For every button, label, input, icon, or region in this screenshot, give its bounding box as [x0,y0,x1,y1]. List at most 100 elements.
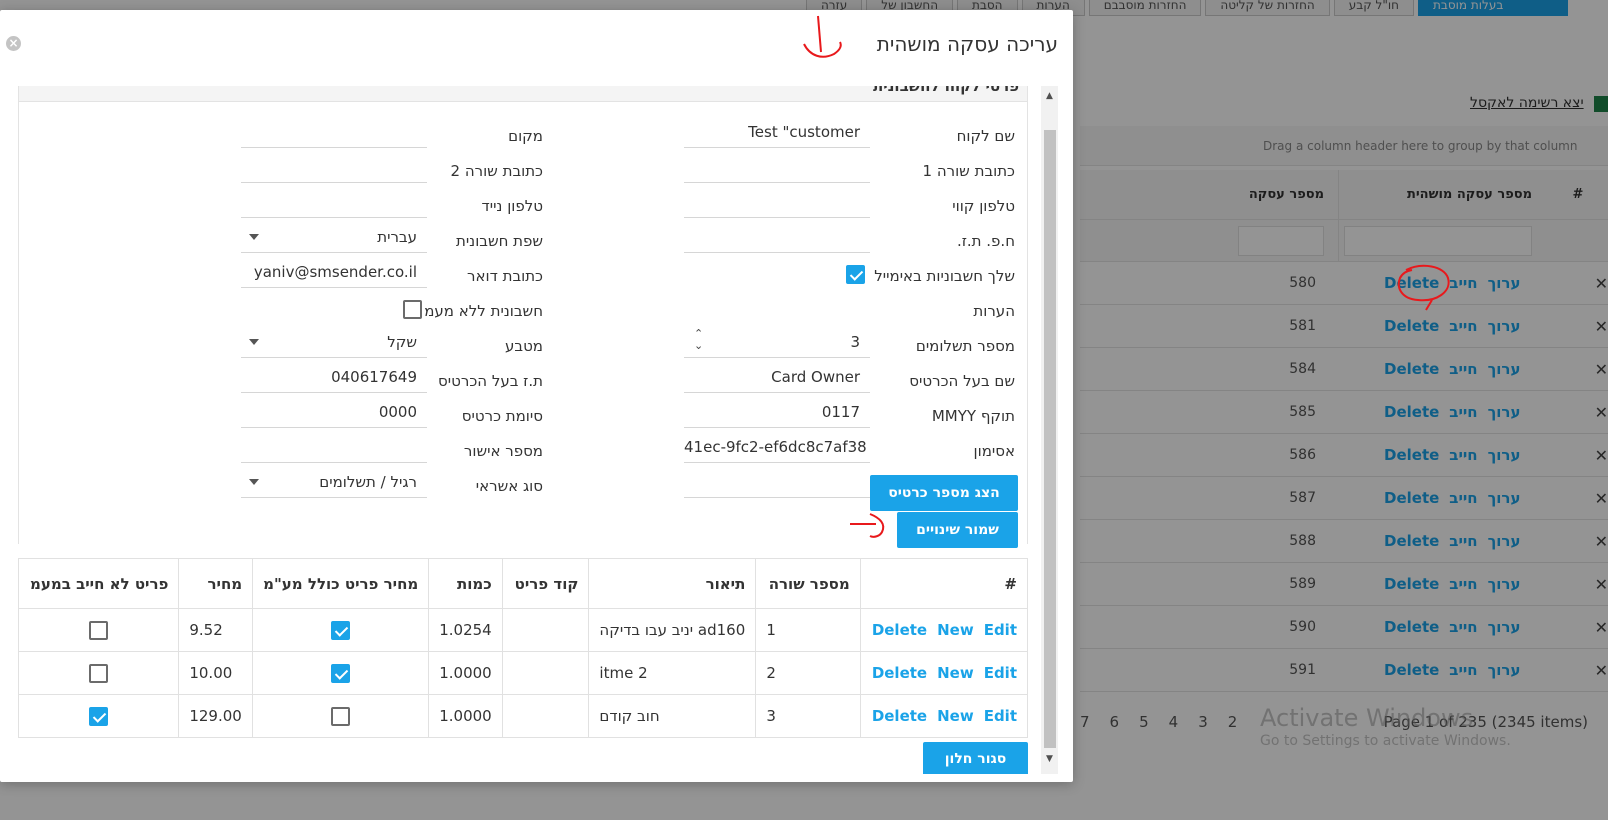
line-number: 2 [755,651,861,695]
card-number-input[interactable] [684,466,870,498]
items-header-row: # מספר שורה תיאור קוד פריט כמות מחיר פרי… [18,558,1029,609]
column-header[interactable]: קוד פריט [501,558,590,609]
close-window-button[interactable]: סגור חלון [923,742,1028,774]
scroll-down-icon[interactable]: ▼ [1041,751,1058,768]
item-no-vat-checkbox[interactable] [89,706,109,726]
approval-input[interactable] [241,431,427,463]
column-header[interactable]: פריט לא חייב במעמ [18,558,180,609]
card-owner-input[interactable]: Card Owner [684,361,870,393]
payments-stepper[interactable]: 3 ⌃ ⌄ [684,326,870,358]
customer-form: שם לקוח Test "customer כתובת שורה 1 טלפו… [18,102,1028,548]
address2-input[interactable] [241,151,427,183]
item-price: 10.00 [178,651,254,695]
invoice-language-label: שפת חשבונית [455,232,543,250]
edit-link[interactable]: Edit [984,707,1017,725]
token-label: אסימון [973,442,1015,460]
token-input[interactable]: 41ec-9fc2-ef6dc8c7af38 [684,431,870,463]
invoice-language-value: עברית [377,228,417,246]
dialog-body: פרטי לקוח לחשבונית שם לקוח Test "custome… [18,86,1058,774]
item-code [501,694,590,738]
address1-label: כתובת שורה 1 [922,162,1015,180]
place-input[interactable] [241,116,427,148]
delete-link[interactable]: Delete [872,707,927,725]
no-vat-checkbox[interactable] [403,300,422,319]
item-price: 9.52 [178,608,254,652]
new-link[interactable]: New [937,664,974,682]
item-row: Edit New Delete 1 ad160 יניב עבו בדיקה 1.0254… [18,608,1029,652]
credit-type-value: רגיל / תשלומים [319,473,417,491]
currency-value: שקל [387,333,417,351]
caret-down-icon [249,479,259,485]
new-link[interactable]: New [937,707,974,725]
price-includes-vat-checkbox[interactable] [331,620,351,640]
caret-down-icon [249,339,259,345]
scroll-up-icon[interactable]: ▲ [1041,88,1058,105]
item-quantity: 1.0254 [428,608,503,652]
column-header[interactable]: מחיר [178,558,254,609]
item-row: Edit New Delete 2 itme 2 1.0000 10.00 [18,651,1029,695]
company-id-input[interactable] [684,221,870,253]
item-quantity: 1.0000 [428,651,503,695]
notes-label: הערות [973,302,1015,320]
items-table: # מספר שורה תיאור קוד פריט כמות מחיר פרי… [18,558,1029,738]
new-link[interactable]: New [937,621,974,639]
column-header[interactable]: מחיר פריט כולל מע"מ [252,558,430,609]
email-input[interactable]: yaniv@smsender.co.il [241,256,427,288]
scroll-thumb[interactable] [1044,130,1056,748]
save-changes-button[interactable]: שמור שינויים [897,512,1018,548]
edit-link[interactable]: Edit [984,621,1017,639]
card-suffix-label: סיומת כרטיס [461,407,543,425]
currency-label: מטבע [505,337,543,355]
item-no-vat-checkbox[interactable] [89,620,109,640]
item-description: itme 2 [588,651,757,695]
credit-type-label: סוג אשראי [475,477,543,495]
address2-label: כתובת שורה 2 [450,162,543,180]
landline-label: טלפון קווי [952,197,1015,215]
delete-link[interactable]: Delete [872,664,927,682]
no-vat-label: חשבונית ללא מעמ [424,302,543,320]
column-header[interactable]: מספר שורה [755,558,861,609]
landline-input[interactable] [684,186,870,218]
invoice-language-select[interactable]: עברית [241,221,427,253]
line-number: 3 [755,694,861,738]
owner-id-input[interactable]: 040617649 [241,361,427,393]
delete-link[interactable]: Delete [872,621,927,639]
item-description: ad160 יניב עבו בדיקה [588,608,757,652]
dialog-scrollbar[interactable]: ▲ ▼ [1041,86,1058,774]
expiry-input[interactable]: 0117 [684,396,870,428]
close-icon[interactable]: × [6,36,21,51]
expiry-label: תוקף MMYY [931,407,1015,425]
annotation-arrow-down [803,15,842,58]
line-number: 1 [755,608,861,652]
column-header[interactable]: # [859,558,1029,609]
address1-input[interactable] [684,151,870,183]
column-header[interactable]: כמות [428,558,503,609]
place-label: מקום [508,127,543,145]
customer-name-label: שם לקוח [956,127,1015,145]
mobile-input[interactable] [241,186,427,218]
item-no-vat-checkbox[interactable] [89,663,109,683]
card-suffix-input[interactable]: 0000 [241,396,427,428]
price-includes-vat-checkbox[interactable] [331,663,351,683]
show-card-number-button[interactable]: הצג מספר כרטיס [870,475,1018,511]
item-code [501,651,590,695]
price-includes-vat-checkbox[interactable] [331,706,351,726]
edit-link[interactable]: Edit [984,664,1017,682]
item-description: חוב קודם [588,694,757,738]
caret-down-icon [249,234,259,240]
send-email-label: שלך חשבוניות באימייל [874,267,1015,285]
approval-label: מספר אישור [463,442,543,460]
currency-select[interactable]: שקל [241,326,427,358]
item-code [501,608,590,652]
item-quantity: 1.0000 [428,694,503,738]
payments-value: 3 [850,333,860,351]
email-label: כתובת דואר [467,267,543,285]
edit-deal-dialog: × עריכה עסקה מושהית פרטי לקוח לחשבונית ש… [0,10,1073,782]
credit-type-select[interactable]: רגיל / תשלומים [241,466,427,498]
spinner-icon[interactable]: ⌃ ⌄ [694,328,703,352]
send-email-checkbox[interactable] [846,265,865,284]
column-header[interactable]: תיאור [588,558,757,609]
customer-name-input[interactable]: Test "customer [684,116,870,148]
section-title: פרטי לקוח לחשבונית [18,86,1028,102]
item-row: Edit New Delete 3 חוב קודם 1.0000 129.00 [18,694,1029,738]
